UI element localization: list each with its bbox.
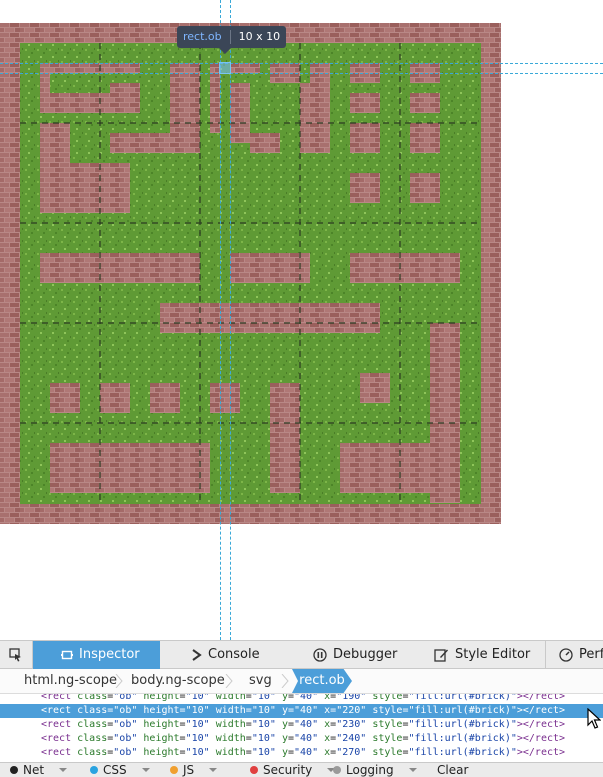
filter-css[interactable]: CSS xyxy=(90,763,150,777)
performance-icon xyxy=(559,648,573,662)
brick-wall xyxy=(410,63,440,83)
breadcrumb: html.ng-scope body.ng-scope svg rect.ob xyxy=(0,669,603,694)
filter-logging[interactable]: Logging xyxy=(333,763,417,777)
chevron-down-icon xyxy=(209,768,218,772)
brick-wall xyxy=(410,93,440,113)
markup-node[interactable]: <rect class="ob" height="10" width="10" … xyxy=(0,746,603,760)
brick-wall xyxy=(210,383,240,413)
infobar-arrow xyxy=(219,48,231,54)
markup-node[interactable]: <rect class="ob" height="10" width="10" … xyxy=(0,732,603,746)
chevron-right-icon xyxy=(225,674,233,688)
game-board xyxy=(0,23,501,524)
brick-wall xyxy=(40,93,140,113)
console-icon xyxy=(192,649,202,661)
tab-inspector[interactable]: Inspector xyxy=(33,641,160,669)
breadcrumb-item[interactable]: body.ng-scope xyxy=(131,669,225,693)
filter-label: JS xyxy=(183,763,195,777)
inspector-icon xyxy=(61,650,73,660)
brick-wall xyxy=(410,123,440,153)
tab-style-editor[interactable]: Style Editor xyxy=(396,641,531,669)
filter-dot-icon xyxy=(10,766,18,774)
brick-wall xyxy=(160,303,380,333)
filter-label: Net xyxy=(23,763,45,777)
chevron-down-icon xyxy=(408,768,417,772)
filter-dot-icon xyxy=(170,766,178,774)
breadcrumb-item[interactable]: svg xyxy=(249,669,272,693)
brick-wall xyxy=(270,63,300,83)
console-filter-bar: Net CSS JS Security Logging Clear xyxy=(0,762,603,777)
brick-wall xyxy=(40,73,50,93)
clear-button[interactable]: Clear xyxy=(437,763,468,777)
brick-wall xyxy=(110,143,130,153)
tab-label: Debugger xyxy=(333,647,398,662)
highlighted-element-box xyxy=(219,62,231,74)
brick-wall xyxy=(50,383,80,413)
brick-wall xyxy=(40,253,200,283)
brick-wall xyxy=(350,123,380,153)
infobar-tag: rect xyxy=(183,30,205,43)
brick-wall xyxy=(250,133,280,153)
infobar-dimensions: 10 x 10 xyxy=(238,30,281,43)
filter-security[interactable]: Security xyxy=(250,763,336,777)
chevron-down-icon xyxy=(141,768,150,772)
highlighter-infobar: rect.ob 10 x 10 xyxy=(177,26,287,48)
markup-node[interactable]: <rect class="ob" height="10" width="10" … xyxy=(0,718,603,732)
brick-wall xyxy=(300,83,330,153)
brick-wall xyxy=(360,373,390,403)
element-picker-icon xyxy=(9,648,21,662)
brick-wall xyxy=(230,63,260,73)
chevron-down-icon xyxy=(59,768,68,772)
chevron-right-icon xyxy=(281,674,289,688)
tab-console[interactable]: Console xyxy=(160,641,273,669)
tab-performance[interactable]: Perf xyxy=(545,641,603,669)
filter-dot-icon xyxy=(90,766,98,774)
filter-dot-icon xyxy=(250,766,258,774)
brick-wall xyxy=(340,443,430,493)
brick-wall xyxy=(230,83,250,143)
filter-dot-icon xyxy=(333,766,341,774)
brick-wall xyxy=(40,63,140,73)
brick-wall xyxy=(350,253,460,283)
brick-wall xyxy=(310,63,330,83)
brick-wall xyxy=(270,383,300,493)
tab-label: Perf xyxy=(579,647,603,662)
debugger-icon xyxy=(313,648,327,662)
breadcrumb-item[interactable]: html.ng-scope xyxy=(24,669,117,693)
brick-wall xyxy=(110,83,140,93)
tab-debugger[interactable]: Debugger xyxy=(273,641,398,669)
brick-wall xyxy=(350,173,380,203)
filter-js[interactable]: JS xyxy=(170,763,218,777)
brick-wall xyxy=(430,323,460,503)
tab-label: Console xyxy=(208,647,260,662)
devtools-toolbar: Inspector Console Debugger Style Editor … xyxy=(0,640,603,669)
filter-label: CSS xyxy=(103,763,127,777)
markup-node[interactable]: <rect class="ob" height="10" width="10" … xyxy=(0,694,603,704)
style-editor-icon xyxy=(434,649,448,662)
filter-net[interactable]: Net xyxy=(10,763,68,777)
tab-label: Style Editor xyxy=(455,647,531,662)
tab-label: Inspector xyxy=(79,647,140,662)
filter-label: Security xyxy=(263,763,313,777)
markup-view[interactable]: <rect class="ob" height="10" width="10" … xyxy=(0,694,603,762)
infobar-class: .ob xyxy=(204,30,222,43)
chevron-right-icon xyxy=(115,674,123,688)
brick-wall xyxy=(350,93,380,113)
brick-wall xyxy=(40,123,70,213)
brick-wall xyxy=(150,383,180,413)
filter-label: Logging xyxy=(346,763,394,777)
brick-wall xyxy=(50,443,210,493)
mouse-cursor-icon xyxy=(587,708,601,729)
brick-wall xyxy=(410,173,440,203)
web-page: rect.ob 10 x 10 xyxy=(0,0,603,640)
markup-node-selected[interactable]: <rect class="ob" height="10" width="10" … xyxy=(0,704,603,718)
brick-wall xyxy=(100,383,130,413)
brick-wall xyxy=(230,253,310,283)
breadcrumb-item-active[interactable]: rect.ob xyxy=(292,669,352,693)
element-picker-button[interactable] xyxy=(0,641,33,669)
brick-wall xyxy=(350,63,380,83)
